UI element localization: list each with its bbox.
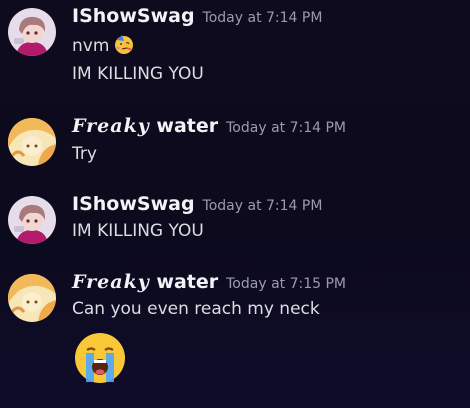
- message-text: Try: [72, 144, 97, 164]
- user-avatar[interactable]: [8, 196, 56, 244]
- message-author[interactable]: IShowSwag Today at 7:14 PM: [72, 5, 322, 27]
- author-name-styled[interactable]: Freaky: [72, 115, 150, 137]
- message-author[interactable]: Freaky water Today at 7:15 PM: [72, 271, 346, 293]
- author-name[interactable]: water: [156, 115, 218, 137]
- loudly-crying-face-emoji-icon[interactable]: [72, 330, 128, 386]
- message-author[interactable]: Freaky water Today at 7:14 PM: [72, 115, 346, 137]
- avatar-ishowswag-icon: [8, 196, 56, 244]
- avatar-freaky-water-icon: [8, 274, 56, 322]
- user-avatar[interactable]: [8, 8, 56, 56]
- message-text: IM KILLING YOU: [72, 64, 204, 84]
- message-timestamp: Today at 7:15 PM: [226, 276, 346, 292]
- avatar-freaky-water-icon: [8, 118, 56, 166]
- message-timestamp: Today at 7:14 PM: [202, 198, 323, 214]
- author-name[interactable]: IShowSwag: [72, 193, 195, 215]
- author-name[interactable]: water: [156, 271, 218, 293]
- message-text-content: nvm: [72, 36, 110, 56]
- message-author[interactable]: IShowSwag Today at 7:14 PM: [72, 193, 322, 215]
- message-timestamp: Today at 7:14 PM: [226, 120, 346, 136]
- avatar-ishowswag-icon: [8, 8, 56, 56]
- message-text: IM KILLING YOU: [72, 221, 204, 241]
- message-text: Can you even reach my neck: [72, 299, 320, 319]
- message-timestamp: Today at 7:14 PM: [202, 10, 323, 26]
- author-name[interactable]: IShowSwag: [72, 5, 195, 27]
- author-name-styled[interactable]: Freaky: [72, 271, 150, 293]
- user-avatar[interactable]: [8, 274, 56, 322]
- user-avatar[interactable]: [8, 118, 56, 166]
- party-face-emoji-icon: [113, 33, 135, 55]
- message-text: nvm: [72, 33, 135, 56]
